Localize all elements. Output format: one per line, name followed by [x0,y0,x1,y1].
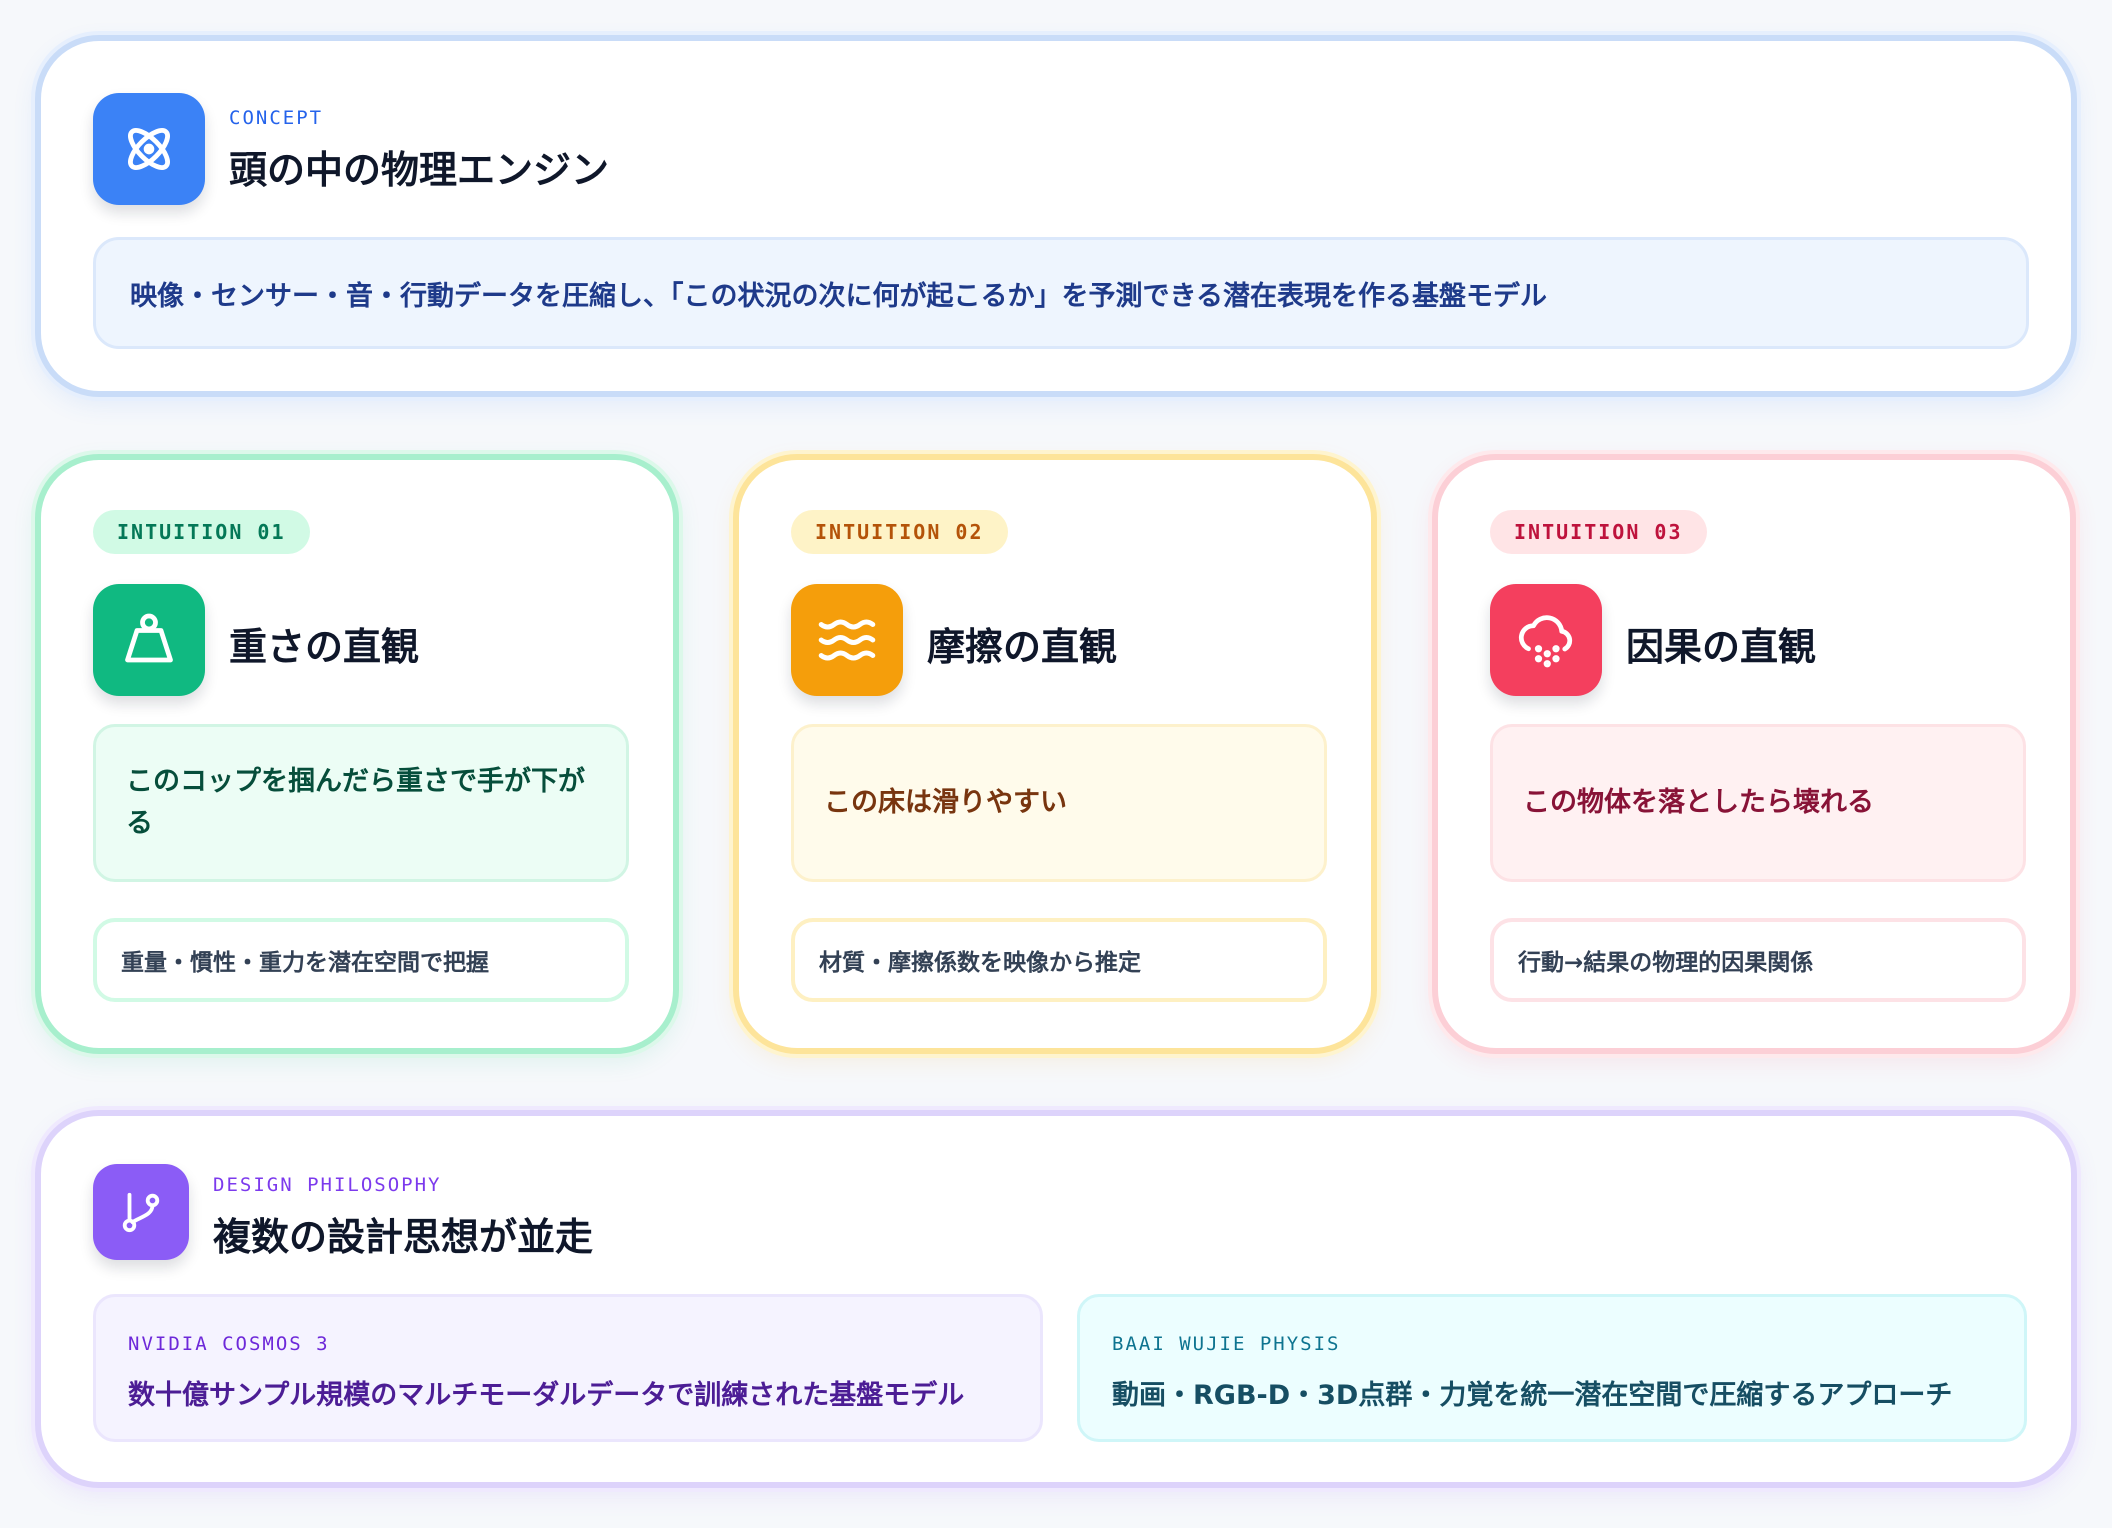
intuition-icon-box [93,584,205,696]
intuition-example-text: このコップを掴んだら重さで手が下がる [126,766,585,839]
intuition-example: このコップを掴んだら重さで手が下がる [93,724,629,882]
intuition-example-text: この床は滑りやすい [824,787,1067,818]
intuition-card-causality: INTUITION 03 因果の直観 この物体を落としたら壊れる 行動→結果の物… [1432,454,2076,1054]
intuition-icon-box [791,584,903,696]
weight-icon [125,613,173,663]
concept-title: 頭の中の物理エンジン [229,148,610,192]
intuition-title: 重さの直観 [229,625,420,669]
concept-description: 映像・センサー・音・行動データを圧縮し、「この状況の次に何が起こるか」を予測でき… [93,237,2029,349]
model-name: NVIDIA COSMOS 3 [128,1333,330,1355]
intuition-title: 摩擦の直観 [927,625,1118,669]
design-title: 複数の設計思想が並走 [213,1215,594,1259]
git-branch-icon [122,1192,160,1233]
concept-card: CONCEPT 頭の中の物理エンジン 映像・センサー・音・行動データを圧縮し、「… [35,35,2077,397]
concept-kicker: CONCEPT [229,107,324,129]
intuition-example: この床は滑りやすい [791,724,1327,882]
intuition-icon-box [1490,584,1602,696]
intuition-example: この物体を落としたら壊れる [1490,724,2026,882]
intuition-tag: INTUITION 01 [93,510,310,554]
atom-icon [128,128,170,170]
cloud-hail-icon [1518,615,1573,668]
design-philosophy-card: DESIGN PHILOSOPHY 複数の設計思想が並走 NVIDIA COSM… [35,1110,2077,1488]
design-icon-box [93,1164,189,1260]
model-description: 動画・RGB-D・3D点群・力覚を統一潜在空間で圧縮するアプローチ [1112,1380,1953,1411]
waves-icon [818,619,876,661]
design-kicker: DESIGN PHILOSOPHY [213,1174,442,1196]
intuition-note: 行動→結果の物理的因果関係 [1490,918,2026,1002]
intuition-note: 材質・摩擦係数を映像から推定 [791,918,1327,1002]
intuition-tag: INTUITION 02 [791,510,1008,554]
intuition-example-text: この物体を落としたら壊れる [1523,787,1874,818]
intuition-card-weight: INTUITION 01 重さの直観 このコップを掴んだら重さで手が下がる 重量… [35,454,679,1054]
intuition-card-friction: INTUITION 02 摩擦の直観 この床は滑りやすい 材質・摩擦係数を映像か… [733,454,1377,1054]
intuition-note: 重量・慣性・重力を潜在空間で把握 [93,918,629,1002]
model-card-nvidia-cosmos: NVIDIA COSMOS 3 数十億サンプル規模のマルチモーダルデータで訓練さ… [93,1294,1043,1442]
concept-icon-box [93,93,205,205]
model-name: BAAI WUJIE PHYSIS [1112,1333,1341,1355]
model-description: 数十億サンプル規模のマルチモーダルデータで訓練された基盤モデル [128,1380,965,1411]
intuition-tag: INTUITION 03 [1490,510,1707,554]
intuition-title: 因果の直観 [1626,625,1817,669]
model-card-baai-wujie: BAAI WUJIE PHYSIS 動画・RGB-D・3D点群・力覚を統一潜在空… [1077,1294,2027,1442]
